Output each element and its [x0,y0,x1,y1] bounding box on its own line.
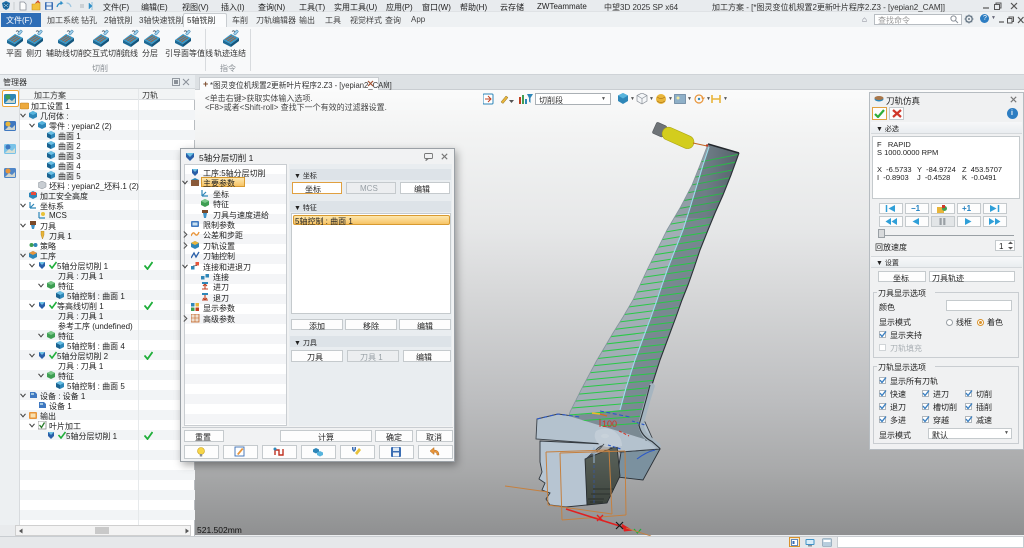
svg-text:100: 100 [602,419,617,429]
